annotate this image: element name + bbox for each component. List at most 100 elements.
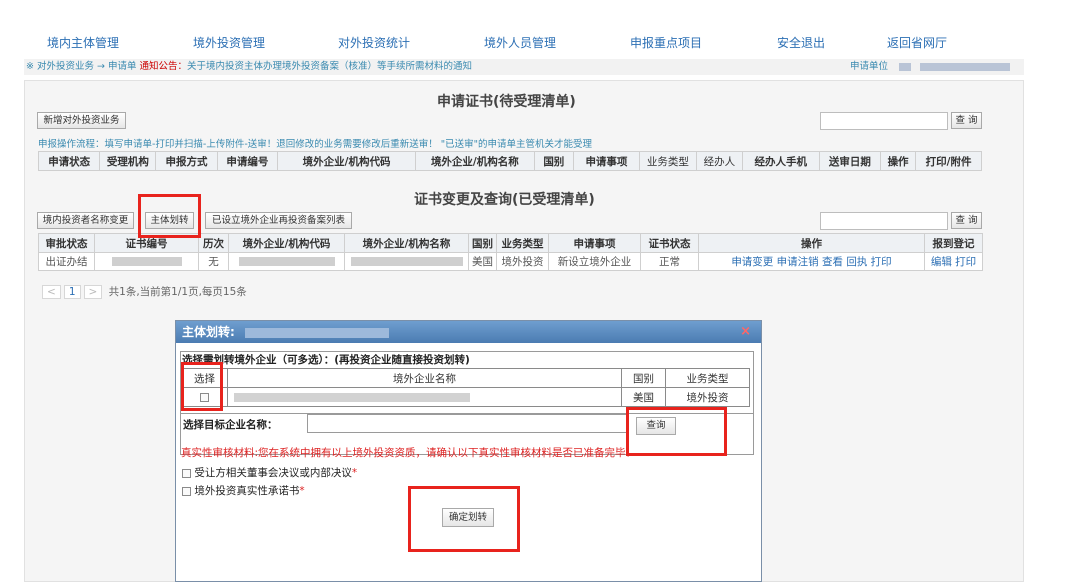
col-header: 申请事项 bbox=[548, 233, 641, 253]
redacted-text bbox=[899, 62, 912, 71]
cell-cert-no bbox=[94, 252, 199, 271]
prev-page-button[interactable]: < bbox=[42, 285, 61, 299]
rename-investor-button[interactable]: 境内投资者名称变更 bbox=[37, 212, 134, 229]
col-header: 申请状态 bbox=[37, 151, 101, 171]
accepted-section-title: 证书变更及查询(已受理清单) bbox=[414, 192, 595, 208]
col-header: 证书状态 bbox=[640, 233, 699, 253]
pager-summary: 共1条,当前第1/1页,每页15条 bbox=[108, 286, 247, 298]
dialog-titlebar[interactable]: 主体划转: × bbox=[176, 321, 761, 343]
check-label: 境外投资真实性承诺书 bbox=[194, 485, 300, 497]
accepted-search-button[interactable]: 查 询 bbox=[951, 212, 982, 229]
breadcrumb: ※ 对外投资业务 → 申请单 通知公告：关于境内投资主体办理境外投资备案（核准）… bbox=[24, 59, 1024, 75]
col-header: 经办人手机 bbox=[741, 151, 820, 171]
check-board-resolution: 受让方相关董事会决议或内部决议* bbox=[182, 465, 357, 480]
dialog-title: 主体划转: bbox=[182, 325, 235, 339]
row-actions[interactable]: 申请变更 申请注销 查看 回执 打印 bbox=[698, 252, 925, 271]
breadcrumb-path: ※ 对外投资业务 → 申请单 bbox=[26, 61, 137, 72]
col-header: 打印/附件 bbox=[915, 151, 982, 171]
col-header: 申请事项 bbox=[573, 151, 640, 171]
col-header: 操作 bbox=[880, 151, 917, 171]
enterprise-checkbox[interactable] bbox=[200, 392, 209, 402]
cell-matter: 新设立境外企业 bbox=[548, 252, 641, 271]
check-authenticity-pledge: 境外投资真实性承诺书* bbox=[182, 483, 305, 498]
col-header: 国别 bbox=[533, 151, 575, 171]
cell-name bbox=[344, 252, 469, 271]
select-cell bbox=[181, 387, 228, 407]
pending-search-input[interactable] bbox=[820, 112, 948, 130]
pending-table-header: 申请状态 受理机构 申报方式 申请编号 境外企业/机构代码 境外企业/机构名称 … bbox=[37, 151, 982, 171]
col-header: 审批状态 bbox=[38, 233, 95, 253]
enterprise-table: 选择 境外企业名称 国别 业务类型 美国 境外投资 bbox=[181, 368, 750, 407]
query-button[interactable]: 查询 bbox=[636, 417, 676, 435]
required-mark: * bbox=[299, 485, 305, 497]
notice-label: 通知公告： bbox=[139, 61, 188, 72]
verification-warning: 真实性审核材料:您在系统中拥有以上境外投资资质，请确认以下真实性审核材料是否已准… bbox=[181, 447, 637, 459]
cell-country: 美国 bbox=[468, 252, 497, 271]
pagination: <1 > 共1条,当前第1/1页,每页15条 bbox=[42, 284, 247, 299]
board-resolution-checkbox[interactable] bbox=[182, 468, 191, 478]
pending-search-button[interactable]: 查 询 bbox=[951, 112, 982, 129]
selection-subtitle: 选择需划转境外企业（可多选）：(再投资企业随直接投资划转) bbox=[182, 354, 470, 366]
cell-code bbox=[228, 252, 345, 271]
col-header: 操作 bbox=[698, 233, 925, 253]
notice-link[interactable]: 关于境内投资主体办理境外投资备案（核准）等手续所需材料的通知 bbox=[187, 61, 472, 72]
enterprise-table-header: 选择 境外企业名称 国别 业务类型 bbox=[181, 368, 750, 388]
close-icon[interactable]: × bbox=[740, 321, 751, 343]
nav-back-portal[interactable]: 返回省网厅 bbox=[887, 34, 947, 51]
col-header: 境外企业/机构名称 bbox=[344, 233, 469, 253]
cell-country: 美国 bbox=[621, 387, 666, 407]
applicant-unit-label: 申请单位 bbox=[850, 61, 889, 72]
col-header: 报到登记 bbox=[924, 233, 983, 253]
col-header: 申报方式 bbox=[155, 151, 218, 171]
nav-key-projects[interactable]: 申报重点项目 bbox=[630, 34, 702, 51]
accepted-search-input[interactable] bbox=[820, 212, 948, 230]
confirm-transfer-button[interactable]: 确定划转 bbox=[442, 508, 494, 527]
nav-investment-stats[interactable]: 对外投资统计 bbox=[338, 34, 410, 51]
col-header: 业务类型 bbox=[665, 368, 750, 388]
cell-cert-status: 正常 bbox=[640, 252, 699, 271]
next-page-button[interactable]: > bbox=[83, 285, 103, 299]
process-flow-text: 申报操作流程：填写申请单-打印并扫描-上传附件-送审！退回修改的业务需要修改后重… bbox=[38, 139, 593, 150]
col-header: 国别 bbox=[468, 233, 497, 253]
col-header: 境外企业/机构代码 bbox=[228, 233, 345, 253]
reinvestment-list-button[interactable]: 已设立境外企业再投资备案列表 bbox=[205, 212, 352, 229]
col-header: 证书编号 bbox=[94, 233, 199, 253]
redacted-text bbox=[350, 257, 463, 266]
nav-logout[interactable]: 安全退出 bbox=[777, 34, 825, 51]
col-header: 受理机构 bbox=[99, 151, 157, 171]
top-nav: 境内主体管理 境外投资管理 对外投资统计 境外人员管理 申报重点项目 安全退出 … bbox=[0, 34, 1080, 52]
cell-times: 无 bbox=[198, 252, 229, 271]
col-header: 境外企业/机构代码 bbox=[276, 151, 417, 171]
cell-status: 出证办结 bbox=[38, 252, 95, 271]
col-header: 境外企业名称 bbox=[227, 368, 622, 388]
col-header: 送审日期 bbox=[818, 151, 882, 171]
redacted-text bbox=[111, 257, 182, 266]
col-header: 境外企业/机构名称 bbox=[415, 151, 535, 171]
redacted-text bbox=[238, 257, 335, 266]
page-number-button[interactable]: 1 bbox=[63, 285, 81, 299]
target-enterprise-label: 选择目标企业名称： bbox=[183, 419, 278, 431]
nav-overseas-personnel[interactable]: 境外人员管理 bbox=[484, 34, 556, 51]
redacted-text bbox=[234, 392, 470, 402]
col-header: 选择 bbox=[181, 368, 228, 388]
cell-biz-type: 境外投资 bbox=[496, 252, 549, 271]
target-enterprise-input[interactable] bbox=[307, 414, 627, 433]
authenticity-pledge-checkbox[interactable] bbox=[182, 486, 191, 496]
required-mark: * bbox=[351, 467, 358, 479]
enterprise-name-cell bbox=[227, 387, 622, 407]
applicant-unit: 申请单位 bbox=[850, 59, 1011, 75]
col-header: 业务类型 bbox=[638, 151, 697, 171]
redacted-text bbox=[245, 327, 389, 338]
pending-section-title: 申请证书(待受理清单) bbox=[437, 94, 576, 110]
register-actions[interactable]: 编辑 打印 bbox=[924, 252, 983, 271]
subject-transfer-dialog: 主体划转: × 选择需划转境外企业（可多选）：(再投资企业随直接投资划转) 选择… bbox=[175, 320, 762, 582]
subject-transfer-button[interactable]: 主体划转 bbox=[145, 212, 194, 229]
accepted-table-header: 审批状态 证书编号 历次 境外企业/机构代码 境外企业/机构名称 国别 业务类型… bbox=[38, 233, 983, 253]
nav-overseas-investment[interactable]: 境外投资管理 bbox=[193, 34, 265, 51]
table-row: 出证办结 无 美国 境外投资 新设立境外企业 正常 申请变更 申请注销 查看 回… bbox=[38, 252, 983, 271]
pending-table: 申请状态 受理机构 申报方式 申请编号 境外企业/机构代码 境外企业/机构名称 … bbox=[37, 151, 982, 171]
nav-domestic-subject[interactable]: 境内主体管理 bbox=[47, 34, 119, 51]
col-header: 历次 bbox=[198, 233, 229, 253]
accepted-table: 审批状态 证书编号 历次 境外企业/机构代码 境外企业/机构名称 国别 业务类型… bbox=[38, 233, 983, 271]
add-investment-button[interactable]: 新增对外投资业务 bbox=[37, 112, 126, 129]
